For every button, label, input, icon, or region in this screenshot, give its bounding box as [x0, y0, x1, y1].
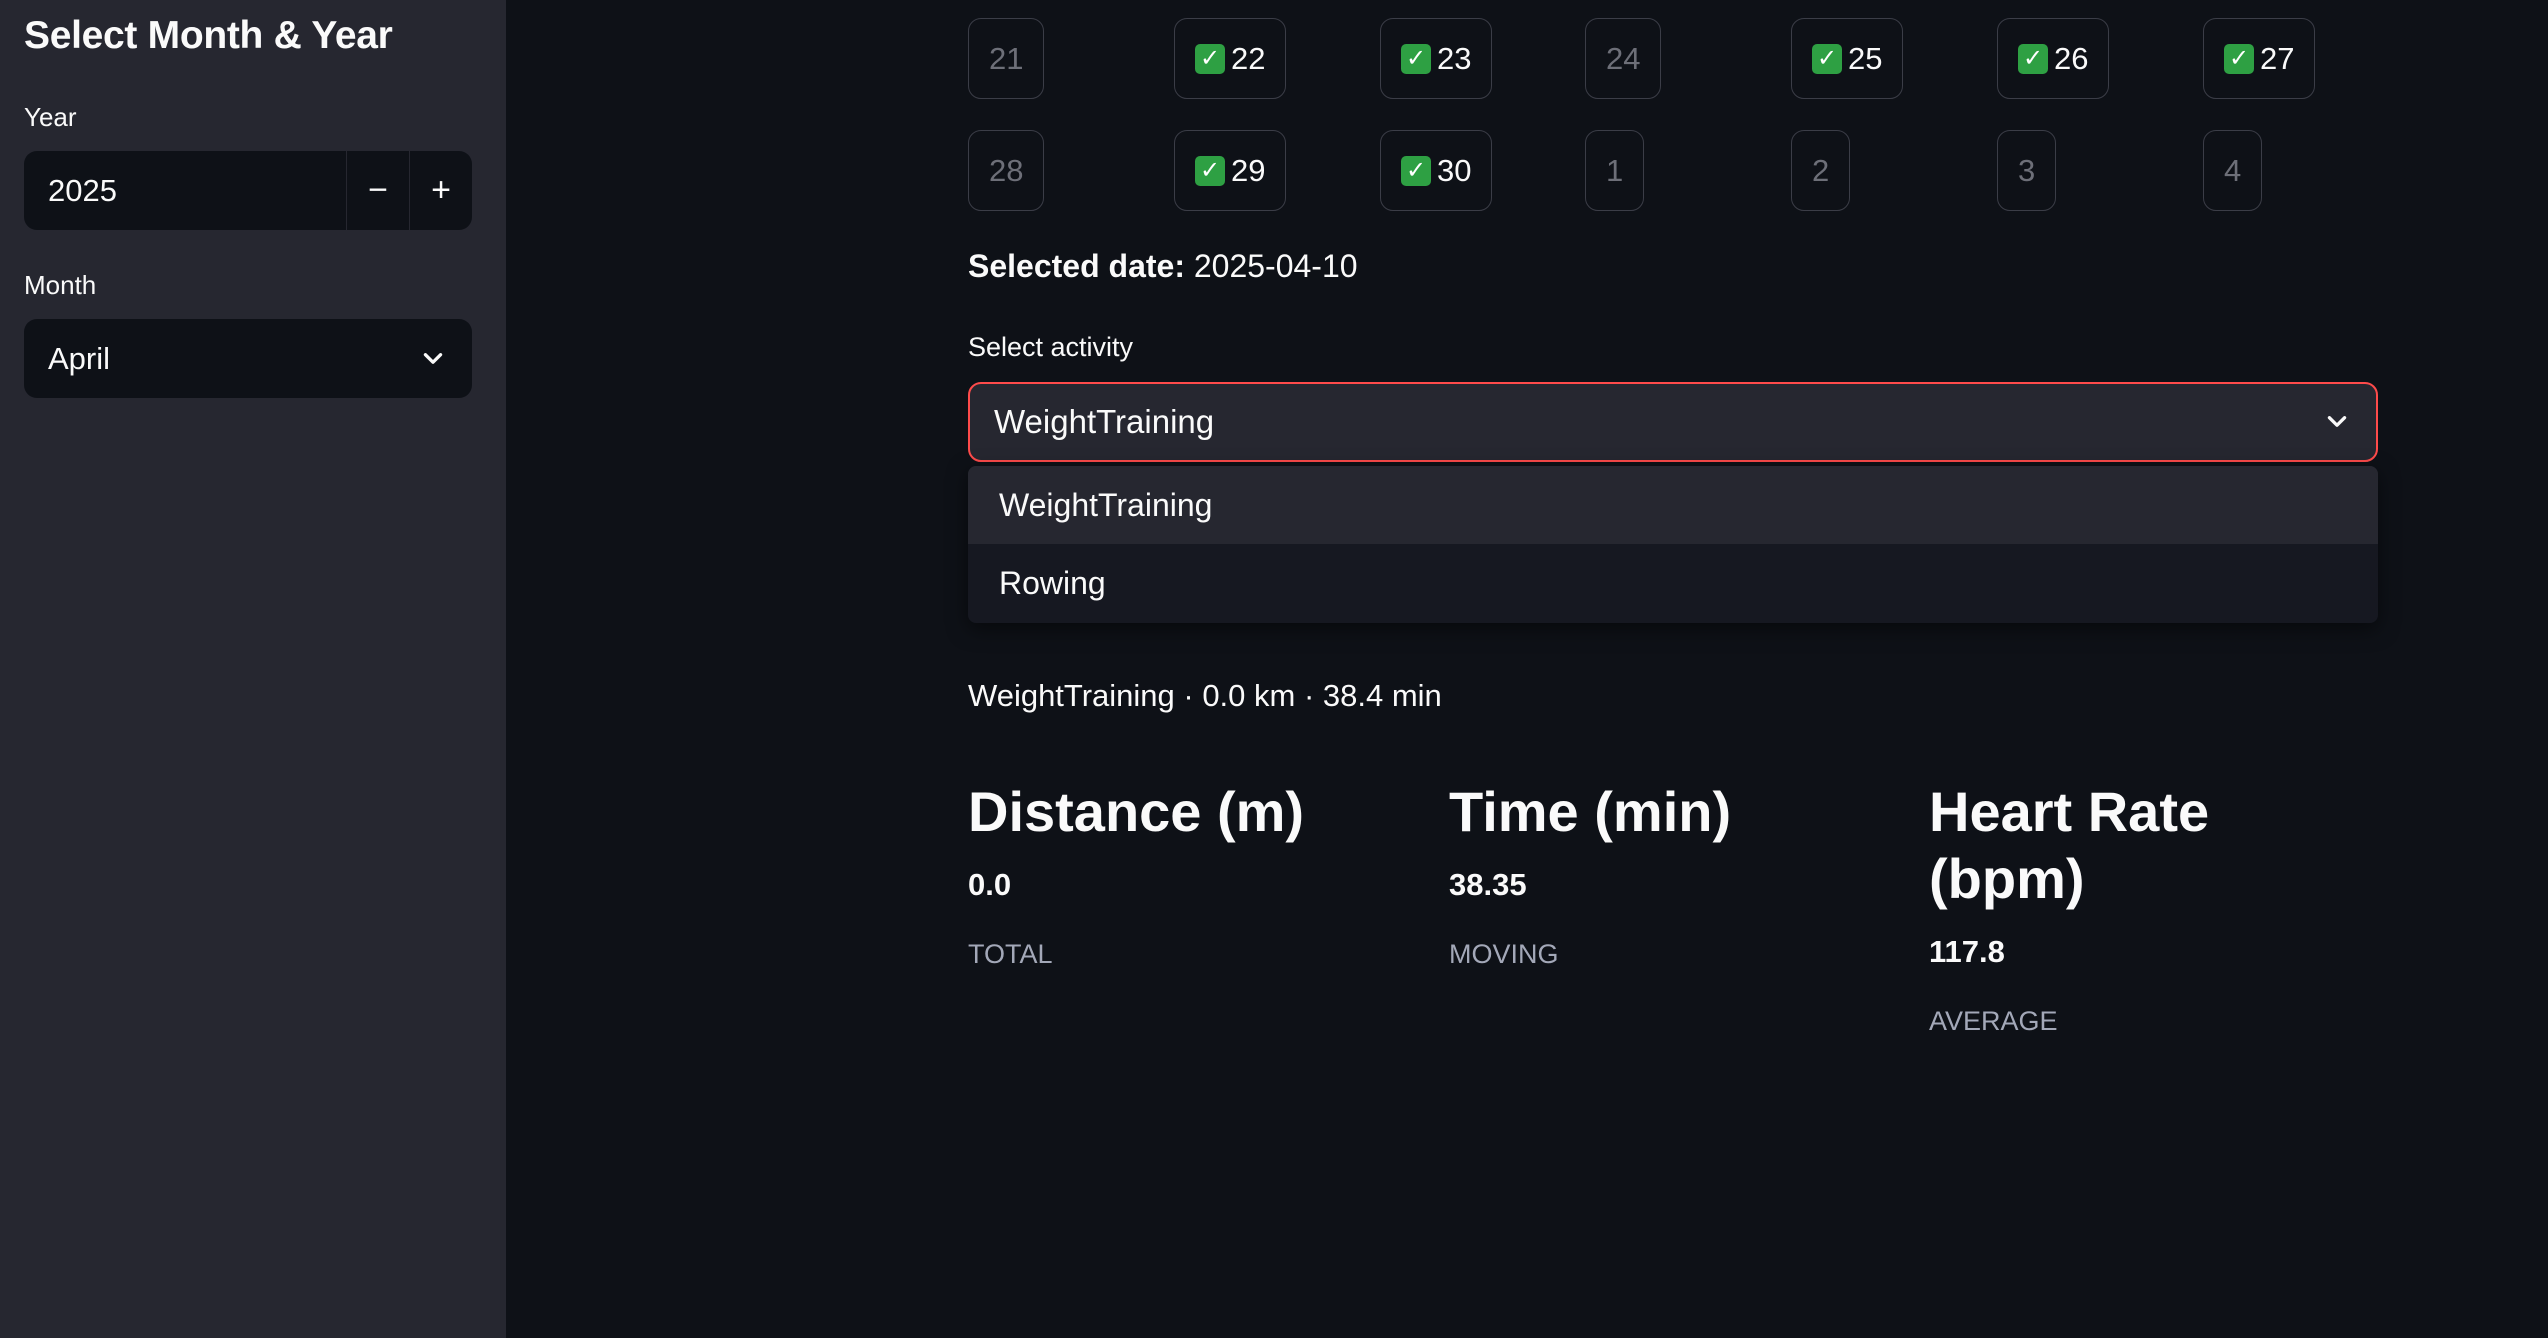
- calendar-day-label: 22: [1231, 40, 1266, 76]
- metric-sub: MOVING: [1449, 939, 1559, 969]
- check-icon: ✓: [2224, 43, 2254, 74]
- year-input[interactable]: 2025 − +: [24, 151, 472, 230]
- calendar-day-label: 2: [1812, 152, 1830, 188]
- check-icon: ✓: [1401, 155, 1431, 186]
- metric-time: Time (min) 38.35 MOVING: [1449, 778, 1869, 970]
- chevron-down-icon: [423, 352, 443, 364]
- calendar-day-button[interactable]: ✓ 23: [1380, 18, 1493, 99]
- calendar-day-button[interactable]: ✓ 27: [2203, 18, 2316, 99]
- check-icon: ✓: [1195, 43, 1225, 74]
- month-value: April: [48, 340, 111, 376]
- calendar-day-button[interactable]: ✓ 22: [1174, 18, 1287, 99]
- activity-dropdown: WeightTraining Rowing: [968, 466, 2378, 623]
- check-icon: ✓: [1195, 155, 1225, 186]
- calendar-day-button[interactable]: 1: [1585, 130, 1645, 211]
- calendar-day-label: 26: [2054, 40, 2089, 76]
- chevron-down-icon: [2327, 416, 2347, 427]
- year-increment-button[interactable]: +: [409, 151, 472, 230]
- calendar-day-button[interactable]: 21: [968, 18, 1045, 99]
- calendar-day-button[interactable]: ✓ 25: [1791, 18, 1904, 99]
- calendar-day-label: 21: [989, 40, 1024, 76]
- month-select[interactable]: April: [24, 319, 472, 398]
- calendar-day-button[interactable]: 24: [1585, 18, 1662, 99]
- year-decrement-button[interactable]: −: [346, 151, 409, 230]
- metric-sub: AVERAGE: [1929, 1006, 2058, 1036]
- calendar-day-label: 25: [1848, 40, 1883, 76]
- activity-select[interactable]: WeightTraining: [968, 382, 2378, 462]
- check-icon: ✓: [1812, 43, 1842, 74]
- activity-option-rowing[interactable]: Rowing: [968, 544, 2378, 622]
- calendar-day-label: 24: [1606, 40, 1641, 76]
- calendar-day-label: 27: [2260, 40, 2295, 76]
- metric-label: Distance (m): [968, 780, 1305, 843]
- metric-value: 38.35: [1449, 867, 1527, 902]
- calendar-day-button[interactable]: 4: [2203, 130, 2263, 211]
- sidebar-title: Select Month & Year: [24, 14, 393, 57]
- year-value[interactable]: 2025: [24, 151, 346, 230]
- calendar-day-label: 30: [1437, 152, 1472, 188]
- calendar-day-button[interactable]: ✓ 30: [1380, 130, 1493, 211]
- metric-value: 0.0: [968, 867, 1012, 902]
- calendar-day-label: 28: [989, 152, 1024, 188]
- check-icon: ✓: [2018, 43, 2048, 74]
- calendar-day-label: 3: [2018, 152, 2036, 188]
- metric-label: Time (min): [1449, 780, 1732, 843]
- metric-distance: Distance (m) 0.0 TOTAL: [968, 778, 1388, 970]
- calendar-day-label: 4: [2224, 152, 2242, 188]
- metric-label: Heart Rate (bpm): [1929, 780, 2210, 910]
- calendar-day-button[interactable]: 28: [968, 130, 1045, 211]
- sidebar: Select Month & Year Year 2025 − + Month …: [0, 0, 506, 1338]
- metric-heart-rate: Heart Rate (bpm) 117.8 AVERAGE: [1929, 778, 2309, 1037]
- check-icon: ✓: [1401, 43, 1431, 74]
- metric-sub: TOTAL: [968, 939, 1053, 969]
- calendar-day-button[interactable]: ✓ 26: [1997, 18, 2110, 99]
- year-label: Year: [24, 102, 77, 132]
- activity-label: Select activity: [968, 332, 1134, 362]
- calendar-day-button[interactable]: 3: [1997, 130, 2057, 211]
- selected-date-label: Selected date:: [968, 248, 1185, 284]
- calendar-day-label: 1: [1606, 152, 1624, 188]
- activity-option-weighttraining[interactable]: WeightTraining: [968, 466, 2378, 544]
- calendar-day-button[interactable]: ✓ 29: [1174, 130, 1287, 211]
- selected-date-value: 2025-04-10: [1193, 248, 1358, 284]
- calendar-day-button[interactable]: 2: [1791, 130, 1851, 211]
- metric-value: 117.8: [1929, 934, 2005, 969]
- activity-summary: WeightTraining · 0.0 km · 38.4 min: [968, 678, 1442, 713]
- calendar-day-label: 29: [1231, 152, 1266, 188]
- calendar-day-label: 23: [1437, 40, 1472, 76]
- selected-date: Selected date: 2025-04-10: [968, 248, 1358, 285]
- activity-value: WeightTraining: [994, 403, 1215, 440]
- month-label: Month: [24, 270, 97, 300]
